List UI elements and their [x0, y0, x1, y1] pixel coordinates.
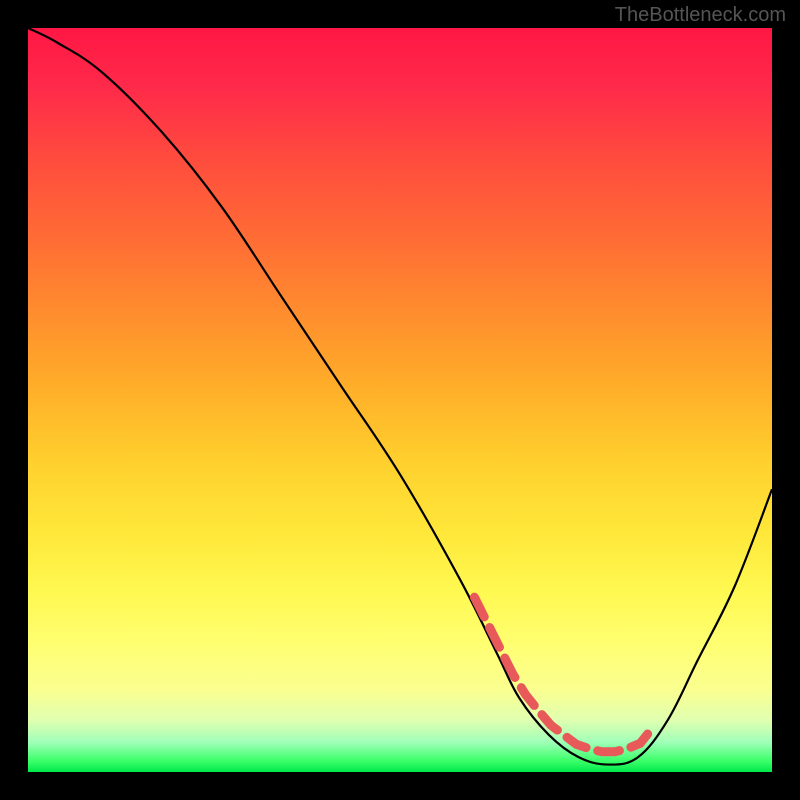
bottleneck-curve: [28, 28, 772, 765]
optimal-range-highlight: [474, 597, 653, 752]
curve-svg: [28, 28, 772, 772]
watermark-text: TheBottleneck.com: [615, 4, 786, 27]
plot-area: [28, 28, 772, 772]
